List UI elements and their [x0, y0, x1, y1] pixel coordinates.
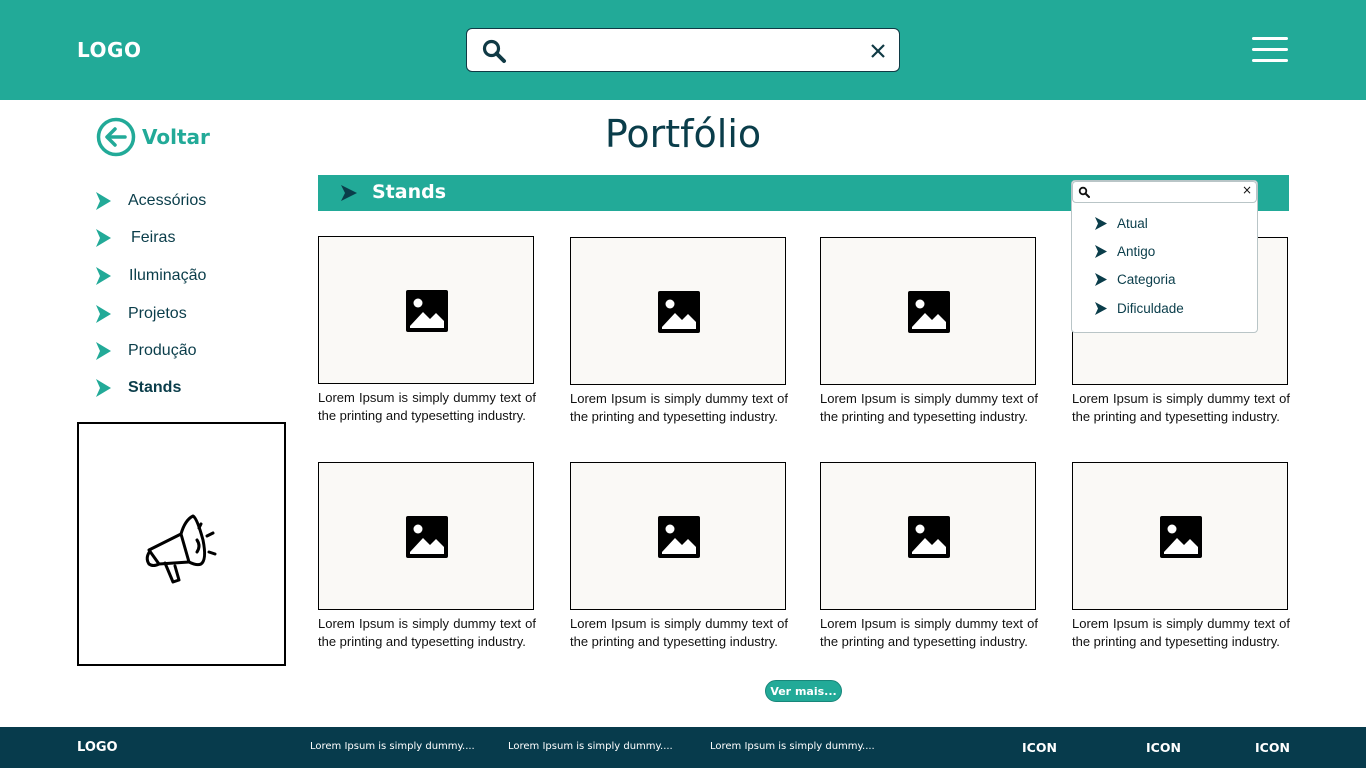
sidebar-item-feiras[interactable]: Feiras: [94, 223, 175, 253]
sidebar-item-label: Acessórios: [128, 192, 207, 209]
card-thumbnail[interactable]: [820, 462, 1036, 610]
footer: LOGO Lorem Ipsum is simply dummy.... Lor…: [0, 727, 1366, 768]
sidebar-item-iluminacao[interactable]: Iluminação: [94, 261, 206, 291]
portfolio-card[interactable]: Lorem Ipsum is simply dummy text of the …: [318, 462, 536, 651]
image-placeholder-icon: [658, 516, 700, 558]
close-icon[interactable]: [867, 40, 889, 62]
footer-social-icon[interactable]: ICON: [1255, 740, 1290, 755]
triangle-right-icon: [1095, 272, 1107, 286]
megaphone-icon: [145, 514, 217, 584]
header: LOGO: [0, 0, 1366, 100]
sidebar-item-projetos[interactable]: Projetos: [94, 299, 187, 329]
sidebar-item-producao[interactable]: Produção: [94, 336, 197, 366]
card-description: Lorem Ipsum is simply dummy text of the …: [318, 616, 536, 649]
triangle-right-icon: [96, 192, 111, 210]
card-thumbnail[interactable]: [1072, 462, 1288, 610]
triangle-right-icon: [341, 185, 357, 201]
hamburger-menu-icon[interactable]: [1252, 35, 1290, 65]
section-title: Stands: [372, 181, 447, 203]
sidebar-item-label: Iluminação: [129, 267, 207, 284]
triangle-right-icon: [1095, 301, 1107, 315]
image-placeholder-icon: [1160, 516, 1202, 558]
footer-social-icon[interactable]: ICON: [1022, 740, 1057, 755]
footer-link[interactable]: Lorem Ipsum is simply dummy....: [508, 741, 673, 752]
triangle-right-icon: [1095, 244, 1107, 258]
footer-social-icon[interactable]: ICON: [1146, 740, 1181, 755]
triangle-right-icon: [96, 305, 111, 323]
page-title: Portfólio: [604, 112, 762, 156]
close-icon[interactable]: ×: [1242, 183, 1252, 197]
card-thumbnail[interactable]: [570, 462, 786, 610]
image-placeholder-icon: [908, 516, 950, 558]
card-thumbnail[interactable]: [318, 462, 534, 610]
footer-link[interactable]: Lorem Ipsum is simply dummy....: [310, 741, 475, 752]
search-bar[interactable]: [466, 28, 900, 72]
filter-option-label: Dificuldade: [1117, 300, 1184, 316]
portfolio-card[interactable]: Lorem Ipsum is simply dummy text of the …: [318, 236, 536, 425]
sidebar-item-acessorios[interactable]: Acessórios: [94, 186, 206, 216]
card-thumbnail[interactable]: [318, 236, 534, 384]
portfolio-card[interactable]: Lorem Ipsum is simply dummy text of the …: [1072, 462, 1290, 651]
filter-option-label: Antigo: [1117, 243, 1156, 259]
image-placeholder-icon: [406, 290, 448, 332]
card-description: Lorem Ipsum is simply dummy text of the …: [820, 616, 1038, 649]
card-thumbnail[interactable]: [820, 237, 1036, 385]
promo-banner[interactable]: [77, 422, 286, 666]
sidebar-item-label: Stands: [128, 379, 182, 396]
search-icon[interactable]: [481, 38, 507, 64]
card-description: Lorem Ipsum is simply dummy text of the …: [318, 390, 536, 423]
triangle-right-icon: [1095, 216, 1107, 230]
card-description: Lorem Ipsum is simply dummy text of the …: [570, 391, 788, 424]
card-description: Lorem Ipsum is simply dummy text of the …: [570, 616, 788, 649]
card-thumbnail[interactable]: [570, 237, 786, 385]
filter-option-dificuldade[interactable]: Dificuldade: [1094, 298, 1184, 318]
filter-dropdown[interactable]: × Atual Antigo Categoria Dificuldade: [1071, 180, 1258, 333]
header-logo[interactable]: LOGO: [77, 38, 141, 62]
sidebar-item-stands[interactable]: Stands: [94, 373, 181, 403]
footer-link[interactable]: Lorem Ipsum is simply dummy....: [710, 741, 875, 752]
filter-option-categoria[interactable]: Categoria: [1094, 269, 1176, 289]
filter-search-input[interactable]: ×: [1072, 181, 1257, 203]
portfolio-card[interactable]: Lorem Ipsum is simply dummy text of the …: [570, 462, 788, 651]
card-description: Lorem Ipsum is simply dummy text of the …: [820, 391, 1038, 424]
portfolio-card[interactable]: Lorem Ipsum is simply dummy text of the …: [820, 462, 1038, 651]
footer-logo[interactable]: LOGO: [77, 740, 118, 755]
portfolio-card[interactable]: Lorem Ipsum is simply dummy text of the …: [570, 237, 788, 426]
image-placeholder-icon: [658, 291, 700, 333]
sidebar-item-label: Projetos: [128, 305, 187, 322]
triangle-right-icon: [96, 342, 111, 360]
triangle-right-icon: [96, 267, 111, 285]
filter-option-atual[interactable]: Atual: [1094, 213, 1148, 233]
image-placeholder-icon: [406, 516, 448, 558]
filter-option-antigo[interactable]: Antigo: [1094, 241, 1155, 261]
portfolio-card[interactable]: Lorem Ipsum is simply dummy text of the …: [820, 237, 1038, 426]
card-description: Lorem Ipsum is simply dummy text of the …: [1072, 391, 1290, 424]
sidebar-item-label: Feiras: [131, 229, 176, 246]
see-more-button[interactable]: Ver mais...: [765, 680, 842, 702]
sidebar-item-label: Produção: [128, 342, 197, 359]
search-icon: [1078, 186, 1090, 198]
filter-option-label: Atual: [1117, 215, 1148, 231]
card-description: Lorem Ipsum is simply dummy text of the …: [1072, 616, 1290, 649]
filter-option-label: Categoria: [1117, 271, 1176, 287]
triangle-right-icon: [96, 229, 111, 247]
image-placeholder-icon: [908, 291, 950, 333]
triangle-right-icon: [96, 379, 111, 397]
